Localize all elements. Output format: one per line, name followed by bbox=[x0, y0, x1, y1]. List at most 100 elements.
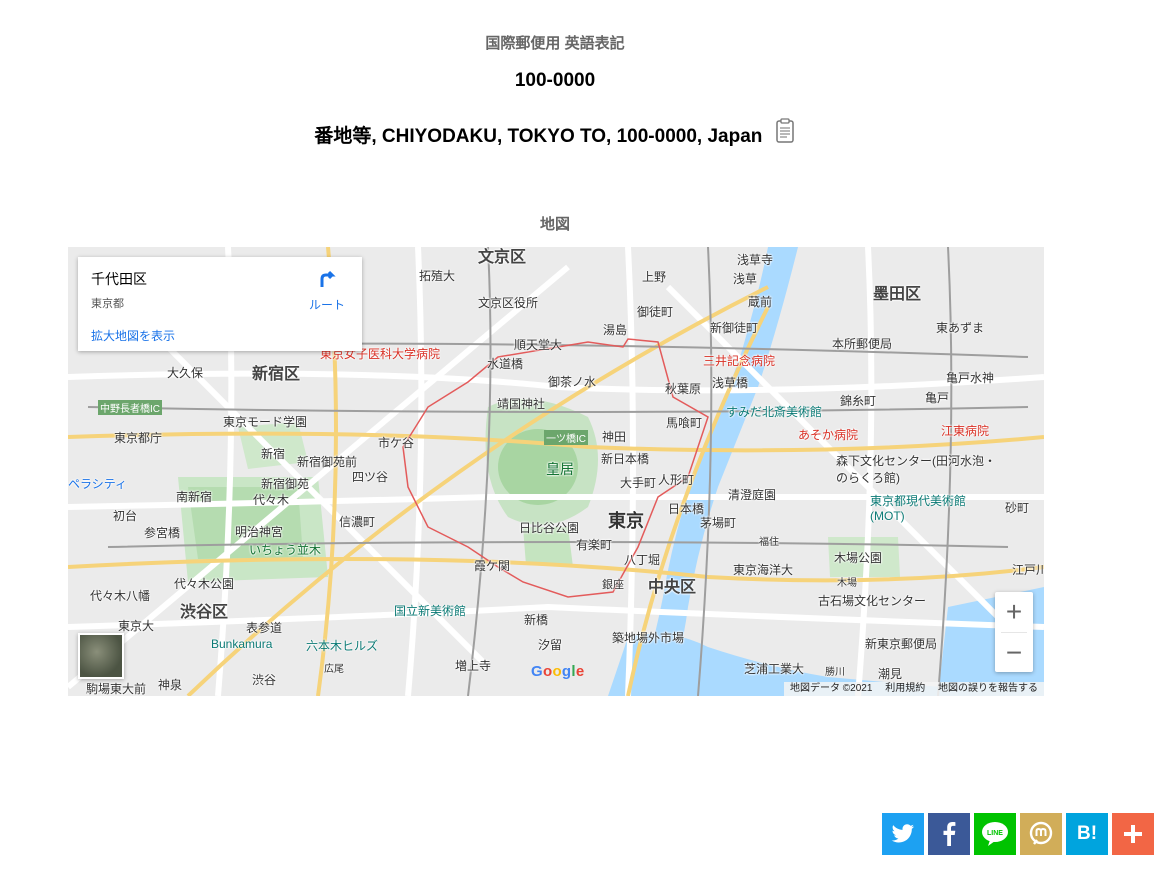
label-yoyogi: 代々木 bbox=[253, 493, 290, 507]
label-otemachi: 大手町 bbox=[620, 476, 657, 490]
label-sangubashi: 参宮橋 bbox=[144, 526, 181, 540]
label-nihonbashi: 日本橋 bbox=[668, 502, 705, 516]
label-chuo: 中央区 bbox=[648, 579, 697, 596]
postal-code: 100-0000 bbox=[514, 70, 596, 91]
label-koto-hospital: 江東病院 bbox=[941, 424, 990, 438]
label-shinanomachi: 信濃町 bbox=[339, 515, 376, 529]
label-komaba: 駒場東大前 bbox=[86, 682, 147, 696]
label-honjo-post: 本所郵便局 bbox=[832, 337, 893, 351]
label-shinsen: 神泉 bbox=[158, 678, 183, 692]
label-okachimachi: 御徒町 bbox=[637, 305, 674, 319]
share-hatena-button[interactable]: B! bbox=[1066, 813, 1108, 855]
zoom-controls: + − bbox=[995, 592, 1033, 672]
label-national-art-center: 国立新美術館 bbox=[394, 604, 467, 618]
label-edogawa: 江戸川 bbox=[1012, 563, 1044, 577]
label-akihabara: 秋葉原 bbox=[665, 382, 702, 396]
share-line-button[interactable]: LINE bbox=[974, 813, 1016, 855]
label-roppongi-hills: 六本木ヒルズ bbox=[306, 639, 379, 653]
label-kinshicho: 錦糸町 bbox=[840, 394, 877, 408]
intl-mail-title: 国際郵便用 英語表記 bbox=[485, 35, 625, 52]
label-kiyosumi-garden: 清澄庭園 bbox=[728, 488, 777, 502]
address-line: 番地等, CHIYODAKU, TOKYO TO, 100-0000, Japa… bbox=[0, 118, 1110, 150]
label-azumabashi: 東あずま bbox=[936, 321, 985, 335]
label-shiodome: 汐留 bbox=[538, 638, 563, 652]
place-info-card: 千代田区 東京都 ルート 拡大地図を表示 bbox=[78, 257, 362, 351]
label-shinjuku: 新宿 bbox=[261, 447, 286, 461]
label-icho-namiki: いちょう並木 bbox=[249, 543, 322, 557]
label-fukuzumi: 福住 bbox=[759, 537, 779, 548]
map-attribution: 地図データ ©2021 利用規約 地図の誤りを報告する bbox=[784, 682, 1044, 696]
label-minami-shinjuku: 南新宿 bbox=[176, 490, 213, 504]
google-logo: Google bbox=[531, 663, 585, 680]
embedded-map[interactable]: 文京区 墨田区 新宿区 渋谷区 中央区 東京 浅草寺 浅草 上野 湯島 御徒町 … bbox=[68, 247, 1044, 696]
label-hibiya-park: 日比谷公園 bbox=[519, 521, 580, 535]
label-kanda: 神田 bbox=[602, 430, 627, 444]
label-shibuya: 渋谷 bbox=[252, 673, 277, 687]
label-bakurocho: 馬喰町 bbox=[666, 416, 703, 430]
label-yasukuni: 靖国神社 bbox=[497, 397, 546, 411]
zoom-out-button[interactable]: − bbox=[995, 633, 1033, 672]
route-label: ルート bbox=[308, 298, 345, 312]
place-name: 千代田区 bbox=[91, 271, 147, 287]
expand-map-link[interactable]: 拡大地図を表示 bbox=[91, 327, 175, 344]
hatena-icon: B! bbox=[1076, 823, 1098, 844]
label-bunkyo: 文京区 bbox=[478, 249, 527, 266]
address-text: 番地等, CHIYODAKU, TOKYO TO, 100-0000, Japa… bbox=[314, 126, 763, 147]
route-button[interactable]: ルート bbox=[304, 267, 350, 313]
label-todai: 東京大 bbox=[118, 619, 155, 633]
zoom-in-button[interactable]: + bbox=[995, 592, 1033, 631]
label-bunkamura: Bunkamura bbox=[211, 637, 273, 651]
label-kuramae: 蔵前 bbox=[748, 295, 773, 309]
share-facebook-button[interactable] bbox=[928, 813, 970, 855]
label-kiba-park: 木場公園 bbox=[834, 551, 883, 565]
label-sumida: 墨田区 bbox=[873, 286, 922, 303]
label-hatsudai: 初台 bbox=[113, 509, 138, 523]
label-zojoji: 増上寺 bbox=[455, 659, 492, 673]
label-tokyo: 東京 bbox=[608, 511, 644, 531]
label-hitotsubashi-ic: 一ツ橋IC bbox=[544, 430, 588, 445]
label-asakusa: 浅草 bbox=[733, 272, 758, 286]
mixi-icon bbox=[1029, 821, 1053, 845]
label-kiba: 木場 bbox=[837, 578, 857, 589]
label-shin-okachimachi: 新御徒町 bbox=[710, 321, 759, 335]
share-more-button[interactable] bbox=[1112, 813, 1154, 855]
label-shinbashi: 新橋 bbox=[524, 613, 549, 627]
label-morishita-center: 森下文化センター(田河水泡・のらくろ館) bbox=[836, 454, 996, 485]
label-shinjuku-gyoen: 新宿御苑 bbox=[261, 477, 310, 491]
label-koishiba-center: 古石場文化センター bbox=[818, 594, 927, 608]
label-hatchobori: 八丁堀 bbox=[624, 553, 661, 567]
label-ochanomizu: 御茶ノ水 bbox=[548, 375, 597, 389]
label-opera-city: ペラシティ bbox=[68, 477, 128, 491]
label-asoka-hospital: あそか病院 bbox=[798, 428, 859, 442]
share-twitter-button[interactable] bbox=[882, 813, 924, 855]
label-tokyo-mode: 東京モード学園 bbox=[223, 415, 308, 429]
label-kameido: 亀戸 bbox=[925, 391, 950, 405]
label-shinjuku-gyoenmae: 新宿御苑前 bbox=[297, 455, 358, 469]
label-takushoku: 拓殖大 bbox=[419, 269, 456, 283]
label-yushima: 湯島 bbox=[603, 323, 628, 337]
twitter-icon bbox=[891, 824, 915, 843]
label-shiomi: 潮見 bbox=[878, 667, 903, 681]
label-kayabacho: 茅場町 bbox=[700, 516, 737, 530]
facebook-icon bbox=[943, 822, 956, 846]
share-mixi-button[interactable] bbox=[1020, 813, 1062, 855]
label-omotesando: 表参道 bbox=[246, 621, 283, 635]
label-yoyogi-park: 代々木公園 bbox=[174, 577, 235, 591]
satellite-toggle[interactable] bbox=[78, 633, 124, 679]
label-tsukiji-market: 築地場外市場 bbox=[612, 631, 685, 645]
label-nakano-ic: 中野長者橋IC bbox=[98, 400, 162, 415]
map-title: 地図 bbox=[539, 216, 570, 233]
label-kasumigaseki: 霞ケ関 bbox=[474, 559, 511, 573]
report-error-link[interactable]: 地図の誤りを報告する bbox=[938, 683, 1038, 694]
terms-link[interactable]: 利用規約 bbox=[885, 683, 925, 694]
svg-text:LINE: LINE bbox=[987, 830, 1003, 837]
label-shin-tokyo-post: 新東京郵便局 bbox=[865, 637, 938, 651]
place-region: 東京都 bbox=[91, 298, 124, 310]
label-bunkyo-office: 文京区役所 bbox=[478, 296, 539, 310]
copy-icon[interactable] bbox=[774, 118, 796, 150]
label-katsukawa: 勝川 bbox=[825, 667, 845, 678]
label-meiji-shrine: 明治神宮 bbox=[235, 525, 284, 539]
label-yotsuya: 四ツ谷 bbox=[352, 470, 389, 484]
label-hiroo: 広尾 bbox=[324, 664, 344, 675]
label-sunamachi: 砂町 bbox=[1005, 501, 1030, 515]
